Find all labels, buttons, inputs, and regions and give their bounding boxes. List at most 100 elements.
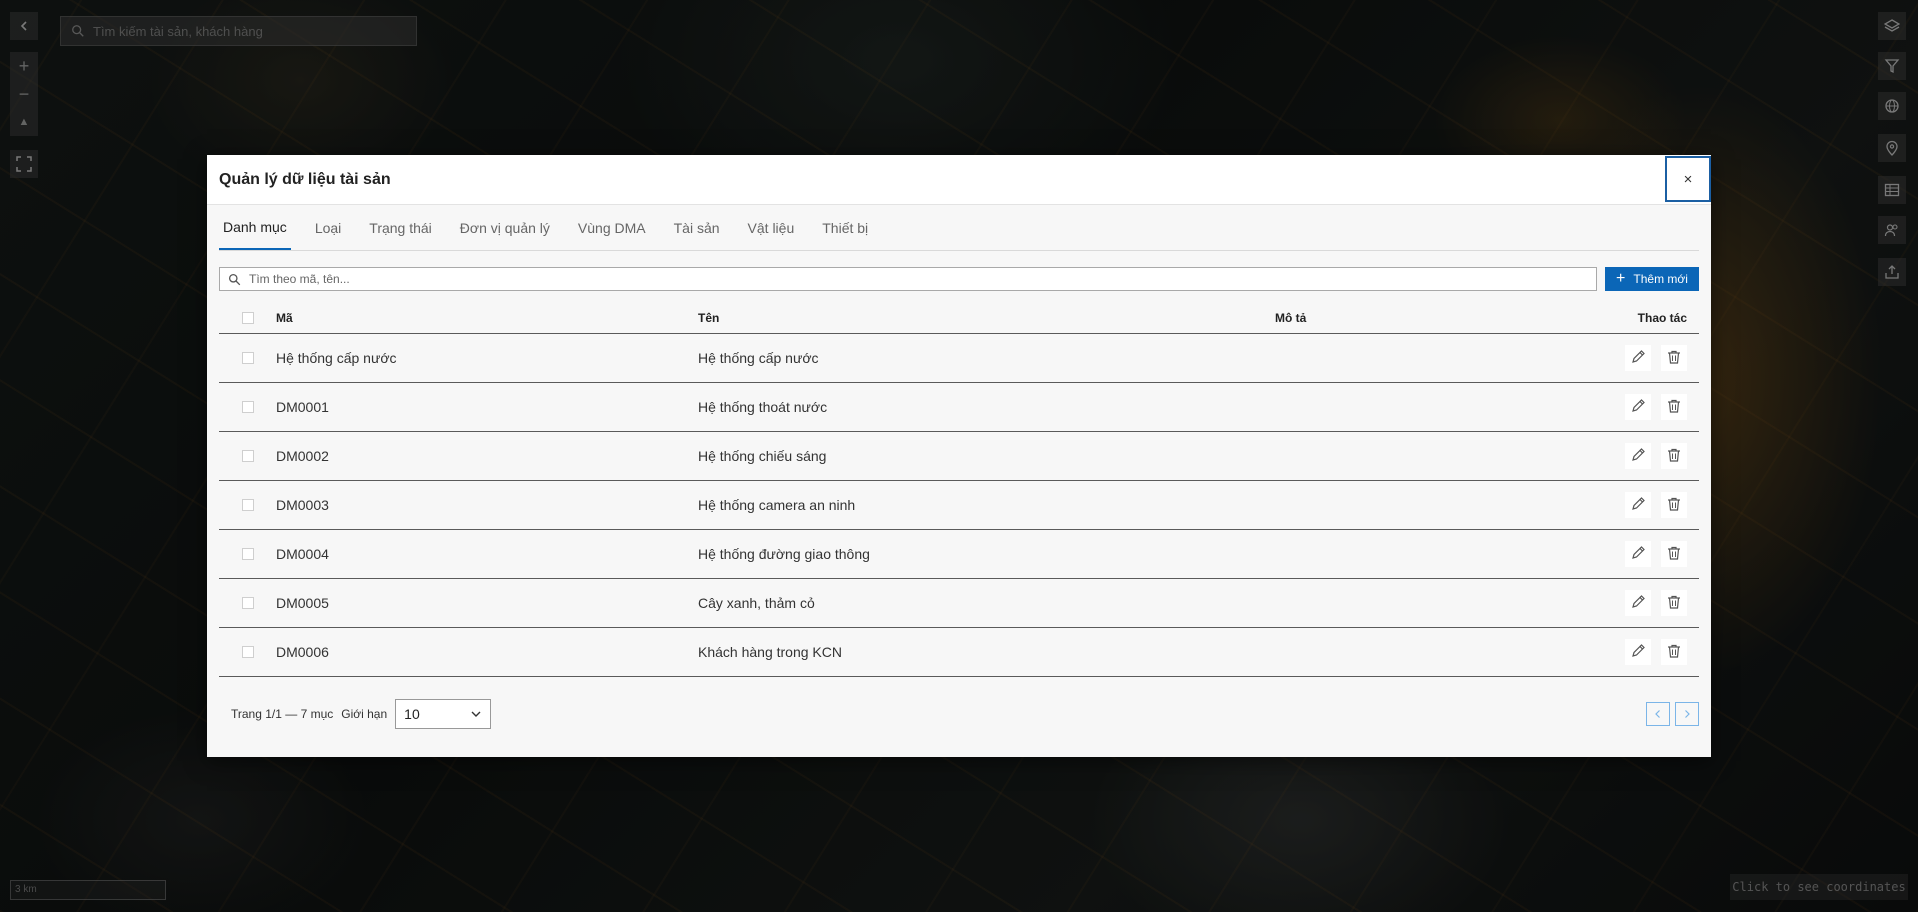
add-new-button[interactable]: + Thêm mới [1605, 267, 1699, 291]
pencil-icon [1630, 447, 1646, 466]
pencil-icon [1630, 545, 1646, 564]
edit-button[interactable] [1625, 590, 1651, 616]
edit-button[interactable] [1625, 639, 1651, 665]
cell-code: DM0006 [276, 644, 329, 660]
table-row[interactable]: DM0004 Hệ thống đường giao thông [219, 530, 1699, 579]
pencil-icon [1630, 496, 1646, 515]
plus-icon: + [1616, 270, 1626, 287]
edit-button[interactable] [1625, 541, 1651, 567]
cell-actions [1567, 541, 1699, 567]
row-checkbox[interactable] [241, 597, 254, 609]
column-header-description[interactable]: Mô tả [1275, 311, 1567, 325]
tab-loai[interactable]: Loại [311, 205, 345, 250]
column-header-name[interactable]: Tên [698, 311, 1275, 325]
delete-button[interactable] [1661, 590, 1687, 616]
pencil-icon [1630, 643, 1646, 662]
column-header-code[interactable]: Mã [276, 311, 698, 325]
delete-button[interactable] [1661, 345, 1687, 371]
pagination-bar: Trang 1/1 — 7 mục Giới hạn 10 [219, 699, 1699, 729]
search-input[interactable] [247, 271, 1596, 287]
row-checkbox[interactable] [241, 450, 254, 462]
delete-button[interactable] [1661, 639, 1687, 665]
pagination-info: Trang 1/1 — 7 mục [231, 707, 334, 721]
cell-code: DM0005 [276, 595, 329, 611]
cell-name: Cây xanh, thảm cỏ [698, 595, 815, 611]
category-table: Mã Tên Mô tả Thao tác Hệ thống cấp nước H… [219, 302, 1699, 677]
limit-select[interactable]: 10 [395, 699, 492, 729]
table-header: Mã Tên Mô tả Thao tác [219, 302, 1699, 334]
next-page-button[interactable] [1675, 702, 1699, 726]
delete-button[interactable] [1661, 394, 1687, 420]
table-row[interactable]: DM0006 Khách hàng trong KCN [219, 628, 1699, 677]
cell-code: DM0003 [276, 497, 329, 513]
tab-trang-thai[interactable]: Trạng thái [365, 205, 436, 250]
row-checkbox[interactable] [241, 401, 254, 413]
cell-name: Hệ thống chiếu sáng [698, 448, 827, 464]
table-row[interactable]: DM0001 Hệ thống thoát nước [219, 383, 1699, 432]
edit-button[interactable] [1625, 492, 1651, 518]
delete-button[interactable] [1661, 541, 1687, 567]
table-row[interactable]: Hệ thống cấp nước Hệ thống cấp nước [219, 334, 1699, 383]
tab-danh-muc[interactable]: Danh mục [219, 205, 291, 250]
toolbar: + Thêm mới [219, 267, 1699, 291]
delete-button[interactable] [1661, 492, 1687, 518]
trash-icon [1666, 398, 1682, 417]
trash-icon [1666, 545, 1682, 564]
prev-page-button[interactable] [1646, 702, 1670, 726]
tab-vat-lieu[interactable]: Vật liệu [744, 205, 799, 250]
cell-code: Hệ thống cấp nước [276, 350, 397, 366]
trash-icon [1666, 447, 1682, 466]
table-body: Hệ thống cấp nước Hệ thống cấp nước DM0001… [219, 334, 1699, 677]
column-header-actions: Thao tác [1637, 310, 1687, 325]
add-new-label: Thêm mới [1633, 272, 1688, 286]
table-row[interactable]: DM0005 Cây xanh, thảm cỏ [219, 579, 1699, 628]
select-all-checkbox[interactable] [241, 311, 254, 324]
edit-button[interactable] [1625, 345, 1651, 371]
pencil-icon [1630, 349, 1646, 368]
delete-button[interactable] [1661, 443, 1687, 469]
table-row[interactable]: DM0003 Hệ thống camera an ninh [219, 481, 1699, 530]
trash-icon [1666, 349, 1682, 368]
tab-thiet-bi[interactable]: Thiết bị [818, 205, 872, 250]
cell-name: Hệ thống thoát nước [698, 399, 828, 415]
tab-tai-san[interactable]: Tài sản [670, 205, 724, 250]
search-icon [228, 273, 241, 285]
close-button[interactable]: × [1665, 156, 1711, 202]
chevron-left-icon [1655, 710, 1660, 718]
trash-icon [1666, 643, 1682, 662]
modal-title: Quản lý dữ liệu tài sản [219, 170, 391, 188]
limit-value: 10 [404, 706, 420, 722]
cell-code: DM0002 [276, 448, 329, 464]
row-checkbox[interactable] [241, 646, 254, 658]
cell-actions [1567, 590, 1699, 616]
tab-don-vi-quan-ly[interactable]: Đơn vị quản lý [456, 205, 554, 250]
limit-label: Giới hạn [341, 707, 388, 721]
tab-vung-dma[interactable]: Vùng DMA [574, 205, 650, 250]
asset-data-modal: Quản lý dữ liệu tài sản × Danh mục Loại … [207, 155, 1711, 757]
cell-actions [1567, 443, 1699, 469]
cell-code: DM0004 [276, 546, 329, 562]
edit-button[interactable] [1625, 443, 1651, 469]
cell-actions [1567, 345, 1699, 371]
cell-actions [1567, 394, 1699, 420]
cell-name: Hệ thống cấp nước [698, 350, 819, 366]
table-row[interactable]: DM0002 Hệ thống chiếu sáng [219, 432, 1699, 481]
pencil-icon [1630, 398, 1646, 417]
cell-name: Hệ thống đường giao thông [698, 546, 870, 562]
search-field[interactable] [219, 267, 1597, 291]
modal-header: Quản lý dữ liệu tài sản × [207, 155, 1711, 205]
row-checkbox[interactable] [241, 499, 254, 511]
trash-icon [1666, 594, 1682, 613]
cell-code: DM0001 [276, 399, 329, 415]
pencil-icon [1630, 594, 1646, 613]
pager [1641, 702, 1699, 726]
row-checkbox[interactable] [241, 352, 254, 364]
row-checkbox[interactable] [241, 548, 254, 560]
edit-button[interactable] [1625, 394, 1651, 420]
cell-actions [1567, 492, 1699, 518]
chevron-down-icon [471, 711, 481, 717]
trash-icon [1666, 496, 1682, 515]
close-icon: × [1683, 170, 1693, 188]
cell-name: Hệ thống camera an ninh [698, 497, 856, 513]
cell-actions [1567, 639, 1699, 665]
